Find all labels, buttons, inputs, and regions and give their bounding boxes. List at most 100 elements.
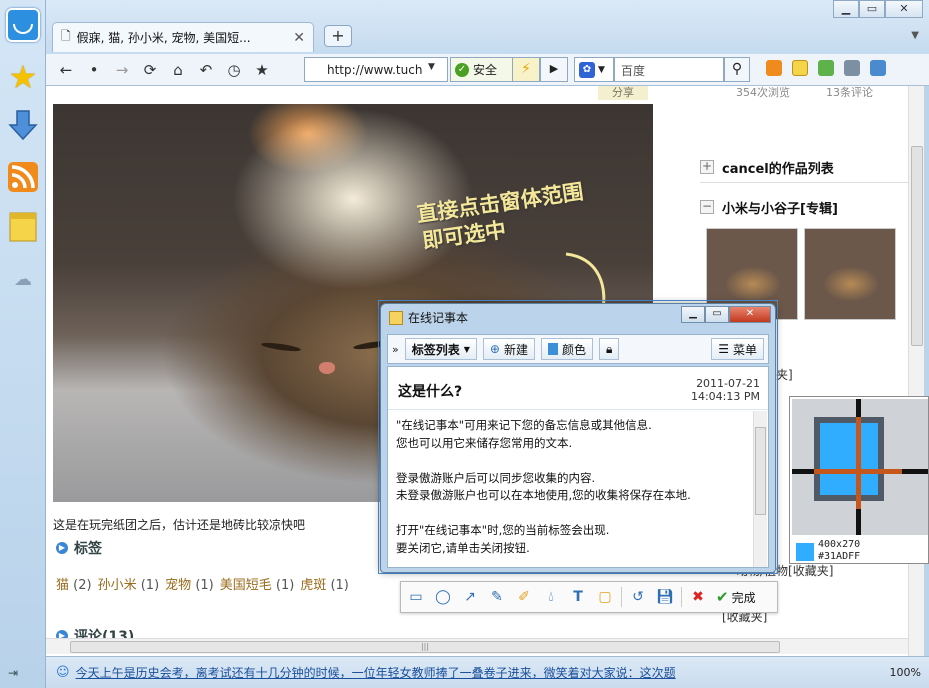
tab-menu-icon[interactable]: ▼ <box>911 30 919 41</box>
checkmark-icon: ✔ <box>716 588 729 606</box>
tab-bar: 🗋 假寐, 猫, 孙小米, 宠物, 美国短... ✕ + ▁ ▭ ✕ ▼ <box>46 0 929 54</box>
check-icon: ✓ <box>455 62 469 77</box>
horizontal-scrollbar[interactable]: ||| <box>46 638 908 654</box>
rectangle-tool-icon[interactable]: ▭ <box>405 586 427 608</box>
note-editor[interactable]: 这是什么? 2011-07-21 14:04:13 PM "在线记事本"可用来记… <box>387 366 769 568</box>
tab-title: 假寐, 猫, 孙小米, 宠物, 美国短... <box>76 31 251 45</box>
history-dot-icon[interactable]: • <box>80 61 108 79</box>
lock-button[interactable]: 🔒︎ <box>599 338 620 360</box>
translate-icon[interactable] <box>818 60 834 76</box>
tag-list-dropdown[interactable]: 标签列表 ▼ <box>404 338 477 360</box>
album-thumbnail[interactable] <box>804 228 896 320</box>
rss-feed-icon[interactable] <box>6 160 40 194</box>
tag-item[interactable]: 美国短毛 (1) <box>220 574 295 593</box>
camera-icon[interactable] <box>844 60 860 76</box>
cancel-icon[interactable]: ✖ <box>687 586 709 608</box>
highlighter-tool-icon[interactable]: ✐ <box>513 586 535 608</box>
maximize-button[interactable]: ▭ <box>859 0 885 18</box>
clock-icon[interactable]: ◷ <box>220 61 248 79</box>
divider <box>388 409 768 410</box>
done-button[interactable]: ✔ 完成 <box>716 588 756 606</box>
scroll-thumb[interactable] <box>755 427 766 515</box>
view-count: 354次浏览 <box>736 86 790 99</box>
tag-item[interactable]: 猫 (2) <box>56 574 92 593</box>
shield-icon[interactable] <box>870 60 886 76</box>
status-text[interactable]: 今天上午是历史会考，离考试还有十几分钟的时候，一位年轻女教师捧了一叠卷子进来，微… <box>76 664 676 681</box>
menu-button[interactable]: ☰ 菜单 <box>711 338 764 360</box>
note-body[interactable]: "在线记事本"可用来记下您的备忘信息或其他信息. 您也可以用它来储存您常用的文本… <box>396 417 748 557</box>
download-arrow-icon[interactable] <box>6 108 40 142</box>
cat-eye <box>260 341 302 353</box>
expand-icon: + <box>700 159 714 174</box>
notepad-icon[interactable] <box>6 210 40 244</box>
close-tab-icon[interactable]: ✕ <box>293 30 305 46</box>
go-button[interactable]: ▶ <box>540 57 568 82</box>
forward-icon[interactable]: → <box>108 61 136 79</box>
play-icon: ▶ <box>56 542 68 554</box>
security-badge[interactable]: ✓ 安全 <box>450 57 514 82</box>
comment-count[interactable]: 13条评论 <box>826 86 873 100</box>
vertical-scrollbar[interactable] <box>908 86 924 656</box>
divider <box>700 182 908 183</box>
collapse-icon: − <box>700 199 714 214</box>
home-icon[interactable]: ⌂ <box>164 61 192 79</box>
tab-current[interactable]: 🗋 假寐, 猫, 孙小米, 宠物, 美国短... ✕ <box>52 22 314 52</box>
sidebar-toggle-icon[interactable]: ⇥ <box>8 666 18 680</box>
scroll-thumb[interactable]: ||| <box>70 641 780 653</box>
navigation-toolbar: ← • → ⟳ ⌂ ↶ ◷ ★ http://www.tuch ▼ ✓ 安全 ⚡… <box>46 54 929 86</box>
crosshair-center-v <box>856 417 861 509</box>
maximize-button[interactable]: ▭ <box>705 306 729 323</box>
note-icon[interactable] <box>792 60 808 76</box>
magnifier-panel: 400x270 #31ADFF <box>789 396 929 564</box>
rss-icon[interactable] <box>766 60 782 76</box>
note-title: 这是什么? <box>398 384 463 400</box>
expand-panel-icon[interactable]: » <box>392 343 399 356</box>
back-icon[interactable]: ← <box>52 61 80 79</box>
window-controls: ▁ ▭ ✕ <box>833 0 923 18</box>
undo-icon[interactable]: ↺ <box>627 586 649 608</box>
minimize-button[interactable]: ▁ <box>833 0 859 18</box>
new-note-button[interactable]: ⊕ 新建 <box>482 338 535 360</box>
notepad-titlebar: 在线记事本 <box>389 309 468 326</box>
tag-item[interactable]: 宠物 (1) <box>165 574 214 593</box>
photo-caption: 这是在玩完纸团之后，估计还是地砖比较凉快吧 <box>53 518 306 532</box>
address-bar[interactable]: http://www.tuch <box>304 57 448 82</box>
address-text: http://www.tuch <box>327 62 423 77</box>
color-button[interactable]: 颜色 <box>540 338 593 360</box>
close-window-button[interactable]: ✕ <box>885 0 923 18</box>
folder-link[interactable]: 夹] <box>776 366 793 383</box>
lock-icon: 🔒︎ <box>606 341 613 356</box>
notepad-window[interactable]: 在线记事本 ▁ ▭ ✕ » 标签列表 ▼ ⊕ 新建 颜色 🔒︎ ☰ 菜单 这是什么? … <box>380 303 776 573</box>
favorites-star-icon[interactable]: ★ <box>6 58 40 96</box>
search-icon[interactable]: ⚲ <box>724 57 750 82</box>
arrow-tool-icon[interactable]: ↗ <box>459 586 481 608</box>
save-icon[interactable]: 💾︎ <box>654 586 676 608</box>
cloud-sync-icon[interactable]: ☁ <box>6 262 40 296</box>
tags-heading: ▶ 标签 <box>56 538 102 558</box>
blur-tool-icon[interactable]: 💧︎ <box>540 586 562 608</box>
search-input[interactable]: 百度 <box>614 57 724 82</box>
text-tool-icon[interactable]: T <box>567 586 589 608</box>
close-button[interactable]: ✕ <box>729 306 771 323</box>
scroll-thumb[interactable] <box>911 146 923 346</box>
bookmark-star-icon[interactable]: ★ <box>248 61 276 79</box>
works-list-item[interactable]: + cancel的作品列表 <box>700 154 908 180</box>
browser-logo-icon[interactable] <box>6 8 40 42</box>
plus-icon: ⊕ <box>489 342 500 356</box>
note-scrollbar[interactable] <box>753 411 767 567</box>
undo-icon[interactable]: ↶ <box>192 61 220 79</box>
refresh-icon[interactable]: ⟳ <box>136 61 164 79</box>
address-dropdown-icon[interactable]: ▼ <box>428 62 435 72</box>
share-button[interactable]: 分享 <box>598 86 648 100</box>
tag-item[interactable]: 虎斑 (1) <box>300 574 349 593</box>
search-engine-selector[interactable]: ✿ ▼ <box>574 57 614 82</box>
new-tab-button[interactable]: + <box>324 25 352 47</box>
minimize-button[interactable]: ▁ <box>681 306 705 323</box>
pen-tool-icon[interactable]: ✎ <box>486 586 508 608</box>
zoom-level[interactable]: 100% <box>890 666 921 679</box>
tag-item[interactable]: 孙小米 (1) <box>98 574 160 593</box>
callout-tool-icon[interactable]: ▢ <box>594 586 616 608</box>
ellipse-tool-icon[interactable]: ◯ <box>432 586 454 608</box>
lightning-icon[interactable]: ⚡ <box>512 57 540 82</box>
album-item[interactable]: − 小米与小谷子[专辑] <box>700 194 908 220</box>
